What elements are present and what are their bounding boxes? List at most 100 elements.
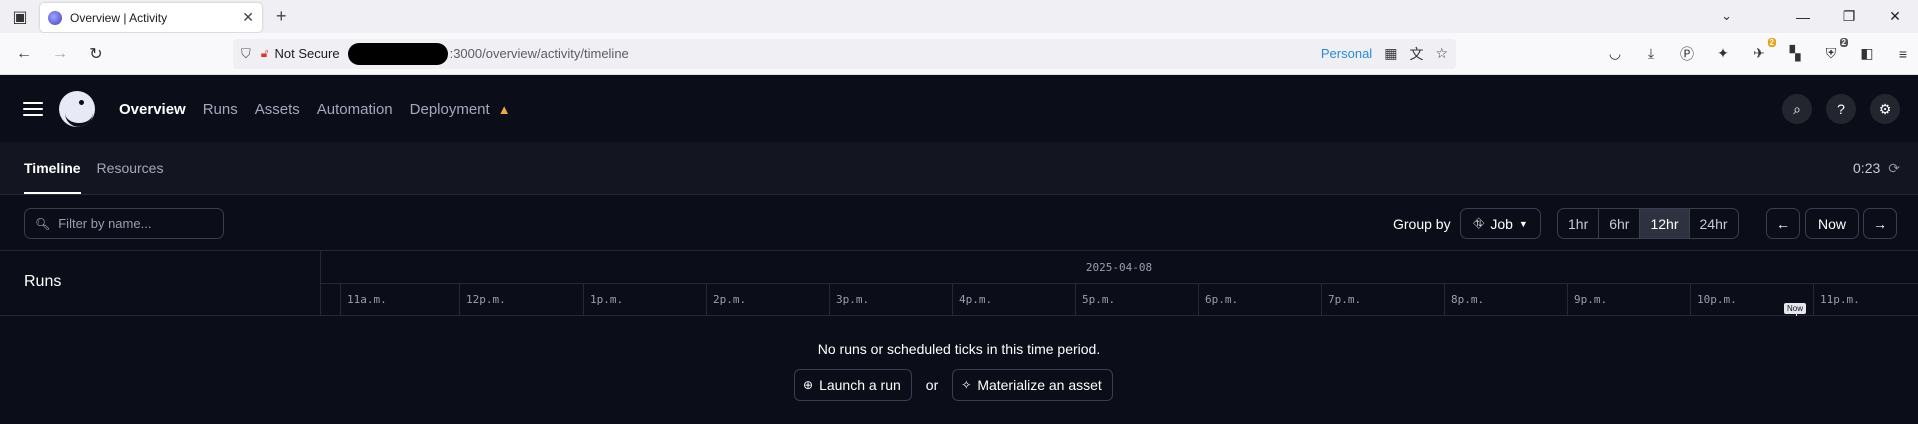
overview-subtabs: Timeline Resources 0:23 ⟳ <box>0 142 1918 195</box>
browser-tabbar: ▣ Overview | Activity ✕ + ⌄ — ❐ ✕ <box>0 0 1918 33</box>
group-by-select[interactable]: ⛗ Job ▼ <box>1460 208 1541 239</box>
prev-period-button[interactable]: ← <box>1766 208 1800 239</box>
close-window-button[interactable]: ✕ <box>1872 8 1918 25</box>
new-tab-button[interactable]: + <box>276 6 287 27</box>
empty-state-message: No runs or scheduled ticks in this time … <box>817 341 1101 357</box>
job-icon: ⛗ <box>1473 215 1485 231</box>
pocket-icon[interactable]: ◡ <box>1606 45 1624 62</box>
now-marker-line <box>1796 313 1797 316</box>
add-circle-icon: ⊕ <box>803 378 814 392</box>
main-nav: Overview Runs Assets Automation Deployme… <box>119 101 511 118</box>
back-icon[interactable]: ← <box>6 45 42 63</box>
nav-automation[interactable]: Automation <box>317 101 393 118</box>
menu-icon[interactable]: ≡ <box>1894 46 1912 62</box>
refresh-icon[interactable]: ⟳ <box>1888 160 1900 177</box>
url-bar-actions: Personal ▦ 文 ☆ <box>1321 44 1448 64</box>
materialize-asset-button[interactable]: ✧ Materialize an asset <box>952 369 1113 401</box>
timeline-controls: 🔍︎ Group by ⛗ Job ▼ 1hr 6hr 12hr 24hr ← … <box>0 195 1918 251</box>
extensions-puzzle-icon[interactable]: ✦ <box>1714 45 1732 62</box>
search-icon[interactable]: ⌕ <box>1782 94 1812 124</box>
hour-gap <box>320 284 340 316</box>
redacted-host <box>347 42 448 65</box>
launch-run-label: Launch a run <box>819 377 901 393</box>
ublock-icon[interactable]: ⛨ 2 <box>1822 38 1848 62</box>
insecure-lock-icon[interactable]: 🔓︎ <box>261 46 269 61</box>
group-by-value: Job <box>1490 215 1513 232</box>
app-header: Overview Runs Assets Automation Deployme… <box>0 76 1918 142</box>
url-bar[interactable]: ⛉ 🔓︎ Not Secure :3000/overview/activity/… <box>233 38 1456 69</box>
list-tabs-icon[interactable]: ⌄ <box>1721 8 1732 24</box>
minimize-button[interactable]: — <box>1780 9 1826 25</box>
downloads-icon[interactable]: ⤓ <box>1642 45 1660 62</box>
time-range-selector: 1hr 6hr 12hr 24hr <box>1557 208 1739 239</box>
browser-navbar: ← → ↻ ⛉ 🔓︎ Not Secure :3000/overview/act… <box>0 33 1918 75</box>
forward-icon[interactable]: → <box>42 45 78 63</box>
bitwarden-icon[interactable]: ◧ <box>1858 45 1876 62</box>
or-text: or <box>925 377 939 393</box>
hour-label: 11p.m. <box>1813 284 1918 316</box>
help-icon[interactable]: ? <box>1826 94 1856 124</box>
refresh-time: 0:23 <box>1853 160 1881 176</box>
browser-tab[interactable]: Overview | Activity ✕ <box>40 3 262 32</box>
not-secure-label: Not Secure <box>274 46 340 61</box>
timeline-date: 2025-04-08 <box>1085 261 1153 274</box>
url-text[interactable]: :3000/overview/activity/timeline <box>450 46 629 61</box>
materialize-asset-label: Materialize an asset <box>977 377 1102 393</box>
timeline-header: Runs 2025-04-08 11a.m. 12p.m. 1p.m. 2p.m… <box>0 251 1918 316</box>
extension-badge-icon[interactable]: ✈ 2 <box>1750 38 1776 62</box>
apps-grid-icon[interactable]: ▚ <box>1786 45 1804 62</box>
nav-assets[interactable]: Assets <box>255 101 300 118</box>
hour-label: 11a.m. <box>340 284 464 316</box>
hour-label: 12p.m. <box>459 284 583 316</box>
tracking-shield-icon[interactable]: ⛉ <box>241 46 251 62</box>
nav-runs[interactable]: Runs <box>203 101 238 118</box>
extension-badge-count: 2 <box>1767 38 1776 47</box>
hour-label: 8p.m. <box>1444 284 1568 316</box>
qr-code-icon[interactable]: ▦ <box>1384 45 1397 62</box>
tab-resources[interactable]: Resources <box>97 160 164 194</box>
range-6hr[interactable]: 6hr <box>1599 209 1641 238</box>
refresh-countdown[interactable]: 0:23 ⟳ <box>1853 160 1900 177</box>
restore-button[interactable]: ❐ <box>1826 8 1872 25</box>
reload-icon[interactable]: ↻ <box>78 44 114 64</box>
filter-field[interactable]: 🔍︎ <box>24 208 224 239</box>
next-period-button[interactable]: → <box>1863 208 1897 239</box>
header-actions: ⌕ ? ⚙ <box>1782 94 1900 124</box>
hamburger-menu-icon[interactable] <box>23 102 43 116</box>
dagster-logo[interactable] <box>59 91 95 127</box>
hour-label: 7p.m. <box>1321 284 1445 316</box>
group-by-label: Group by <box>1393 216 1451 232</box>
filter-input[interactable] <box>58 216 209 231</box>
range-1hr[interactable]: 1hr <box>1558 209 1600 238</box>
hour-row: 11a.m. 12p.m. 1p.m. 2p.m. 3p.m. 4p.m. 5p… <box>320 283 1918 316</box>
settings-gear-icon[interactable]: ⚙ <box>1870 94 1900 124</box>
profile-p-icon[interactable]: Ⓟ <box>1678 44 1696 64</box>
empty-state-actions: ⊕ Launch a run or ✧ Materialize an asset <box>794 369 1113 401</box>
runs-column-label: Runs <box>24 273 62 290</box>
hour-label: 6p.m. <box>1198 284 1322 316</box>
arrow-right-icon: → <box>1873 215 1887 232</box>
hour-label: 3p.m. <box>829 284 953 316</box>
sparkle-icon: ✧ <box>961 378 972 392</box>
arrow-left-icon: ← <box>1776 215 1790 232</box>
nav-overview[interactable]: Overview <box>119 101 186 118</box>
dagster-favicon-icon <box>48 10 62 25</box>
container-label[interactable]: Personal <box>1321 46 1372 61</box>
nav-deployment[interactable]: Deployment ▲ <box>410 101 511 118</box>
translate-icon[interactable]: 文 <box>1409 44 1423 64</box>
now-button[interactable]: Now <box>1805 208 1859 239</box>
warning-triangle-icon: ▲ <box>497 101 511 117</box>
chevron-down-icon: ▼ <box>1518 218 1528 229</box>
close-tab-icon[interactable]: ✕ <box>242 9 254 26</box>
tab-title: Overview | Activity <box>70 10 168 25</box>
hour-label: 5p.m. <box>1075 284 1199 316</box>
tab-timeline[interactable]: Timeline <box>24 160 81 194</box>
range-24hr[interactable]: 24hr <box>1690 209 1738 238</box>
launch-run-button[interactable]: ⊕ Launch a run <box>794 369 912 401</box>
hour-label: 9p.m. <box>1567 284 1691 316</box>
bookmark-star-icon[interactable]: ☆ <box>1435 45 1448 62</box>
browser-toolbar: ◡ ⤓ Ⓟ ✦ ✈ 2 ▚ ⛨ 2 ◧ ≡ <box>1606 38 1912 64</box>
hour-label: 2p.m. <box>706 284 830 316</box>
tab-manager-icon[interactable]: ▣ <box>0 7 40 27</box>
range-12hr[interactable]: 12hr <box>1640 209 1690 238</box>
